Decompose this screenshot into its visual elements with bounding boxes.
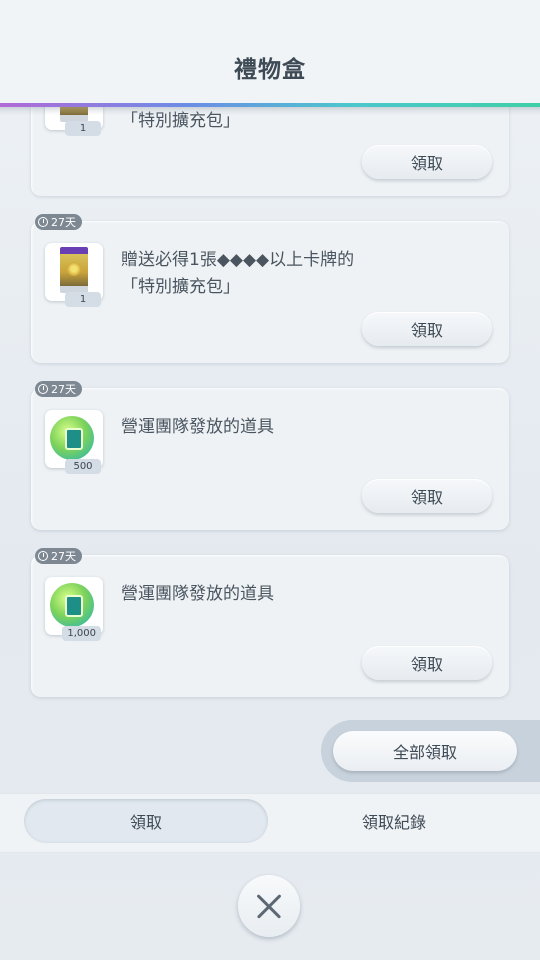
claim-all-button[interactable]: 全部領取 — [333, 731, 517, 771]
header: 禮物盒 — [0, 0, 540, 107]
gift-quantity: 1,000 — [62, 626, 101, 641]
gift-description: 贈送必得1張◆◆◆◆以上卡牌的 「特別擴充包」 — [121, 247, 354, 301]
expiry-text: 27天 — [51, 216, 76, 229]
expiry-badge: 27天 — [35, 381, 82, 397]
expiry-badge: 27天 — [35, 548, 82, 564]
tab-claim[interactable]: 領取 — [24, 799, 268, 843]
clock-icon — [38, 551, 48, 561]
gift-description-line: 營運團隊發放的道具 — [121, 417, 274, 437]
gift-description-line: 贈送必得1張◆◆◆◆以上卡牌的 — [121, 250, 355, 270]
tab-claim-history[interactable]: 領取紀錄 — [272, 799, 516, 843]
clock-icon — [38, 217, 48, 227]
gift-quantity: 1 — [65, 121, 101, 136]
gift-description-line: 「特別擴充包」 — [121, 277, 240, 297]
gift-thumbnail: 500 — [45, 410, 103, 474]
claim-button[interactable]: 領取 — [362, 312, 492, 346]
gift-thumbnail: 1,000 — [45, 577, 103, 641]
gift-card: 27天 1,000 營運團隊發放的道具 領取 — [31, 548, 509, 697]
claim-button[interactable]: 領取 — [362, 479, 492, 513]
close-button[interactable] — [238, 875, 300, 937]
claim-button[interactable]: 領取 — [362, 646, 492, 680]
gift-list[interactable]: 1 「特別擴充包」 領取 27天 1 贈送必得1張◆◆◆◆以上卡牌的 「特別擴充… — [0, 0, 540, 792]
expiry-text: 27天 — [51, 550, 76, 563]
gift-description-line: 營運團隊發放的道具 — [121, 584, 274, 604]
clock-icon — [38, 384, 48, 394]
expiry-text: 27天 — [51, 383, 76, 396]
shop-ticket-icon — [50, 583, 94, 627]
gift-quantity: 500 — [65, 459, 101, 474]
header-divider — [0, 103, 540, 107]
gift-card: 27天 1 贈送必得1張◆◆◆◆以上卡牌的 「特別擴充包」 領取 — [31, 214, 509, 363]
tab-bar: 領取 領取紀錄 — [0, 793, 540, 853]
booster-pack-icon — [60, 247, 88, 293]
page-title: 禮物盒 — [234, 57, 306, 83]
gift-thumbnail: 1 — [45, 243, 103, 307]
claim-button[interactable]: 領取 — [362, 145, 492, 179]
header-shadow — [0, 107, 540, 115]
gift-quantity: 1 — [65, 292, 101, 307]
shop-ticket-icon — [50, 416, 94, 460]
gift-description: 營運團隊發放的道具 — [121, 581, 274, 608]
gift-description: 營運團隊發放的道具 — [121, 414, 274, 441]
expiry-badge: 27天 — [35, 214, 82, 230]
gift-card: 27天 500 營運團隊發放的道具 領取 — [31, 381, 509, 530]
